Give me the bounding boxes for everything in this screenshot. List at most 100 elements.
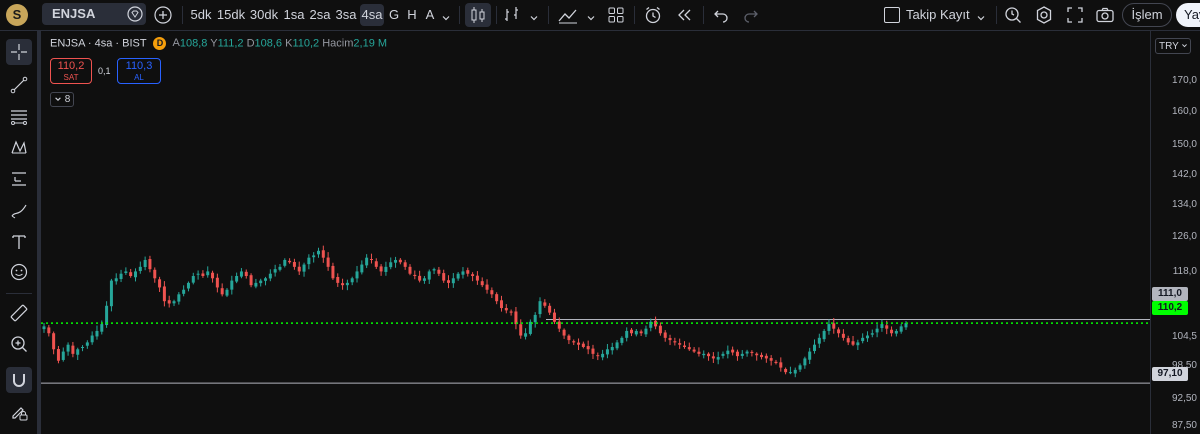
follow-label[interactable]: Takip Kayıt: [906, 4, 970, 26]
text-tool-icon[interactable]: [6, 229, 32, 255]
legend-title[interactable]: ENJSA · 4sa · BIST: [50, 37, 146, 49]
interval-2sa[interactable]: 2sa: [308, 4, 332, 26]
buy-button[interactable]: 110,3 AL: [117, 58, 161, 84]
lock-pencil-icon[interactable]: [6, 399, 32, 425]
candle: [153, 267, 157, 283]
chevron-down-icon[interactable]: [529, 10, 539, 28]
candle-body: [129, 272, 133, 277]
trend-line-icon[interactable]: [6, 72, 32, 98]
candle-body: [418, 275, 422, 281]
candle: [119, 269, 123, 283]
candle: [66, 342, 70, 356]
indicators-icon[interactable]: [556, 5, 580, 30]
candle-body: [220, 288, 224, 295]
candle-body: [716, 357, 720, 360]
indicators-toggle[interactable]: 8: [50, 92, 74, 107]
undo-icon[interactable]: [712, 6, 730, 29]
chevron-down-icon[interactable]: [586, 10, 596, 28]
symbol-search[interactable]: ENJSA: [42, 3, 146, 25]
emoji-icon[interactable]: [6, 259, 32, 285]
candle: [687, 342, 691, 351]
camera-icon[interactable]: [1095, 6, 1115, 29]
candle-body: [268, 273, 272, 279]
candle-body: [394, 259, 398, 263]
layout-grid-icon[interactable]: [607, 6, 625, 29]
candlestick-chart[interactable]: [41, 31, 1150, 434]
candle-body: [191, 276, 195, 283]
magnet-icon[interactable]: [6, 367, 32, 393]
interval-1sa[interactable]: 1sa: [282, 4, 306, 26]
redo-icon[interactable]: [742, 6, 760, 29]
interval-15dk[interactable]: 15dk: [216, 4, 246, 26]
candle-body: [870, 333, 874, 335]
interval-weekly[interactable]: H: [405, 4, 419, 26]
candle: [442, 269, 446, 283]
crosshair-icon[interactable]: [6, 39, 32, 65]
chevron-down-icon[interactable]: [976, 10, 986, 28]
candle: [167, 295, 171, 308]
candle-body: [591, 348, 595, 354]
price-tick: 104,5: [1171, 331, 1197, 342]
candle-body: [817, 337, 821, 344]
candle-body: [81, 346, 85, 348]
candle-body: [273, 269, 277, 273]
zoom-in-icon[interactable]: [6, 331, 32, 357]
candle-body: [461, 271, 465, 275]
bar-chart-icon[interactable]: [502, 5, 524, 30]
candle: [798, 363, 802, 373]
candle-body: [471, 274, 475, 277]
candle: [76, 347, 80, 360]
candle-body: [283, 259, 287, 266]
replay-icon[interactable]: [675, 6, 693, 29]
candle-body: [702, 353, 706, 356]
candle-body: [239, 271, 243, 277]
ruler-icon[interactable]: [6, 300, 32, 326]
brush-icon[interactable]: [6, 198, 32, 224]
candle: [186, 281, 190, 292]
candle: [211, 270, 215, 283]
interval-30dk[interactable]: 30dk: [249, 4, 279, 26]
chart-pane[interactable]: [41, 31, 1150, 434]
trade-button[interactable]: İşlem: [1122, 3, 1172, 27]
candle: [85, 340, 89, 349]
interval-4sa[interactable]: 4sa: [360, 4, 384, 26]
candle: [740, 350, 744, 359]
candle: [177, 292, 181, 305]
candle: [355, 265, 359, 283]
candle-body: [119, 273, 123, 280]
candle-body: [398, 259, 402, 263]
candle: [813, 339, 817, 354]
publish-button[interactable]: Yay: [1176, 3, 1200, 27]
projection-icon[interactable]: [6, 166, 32, 192]
candle: [731, 346, 735, 356]
interval-daily[interactable]: G: [387, 4, 401, 26]
candle: [721, 351, 725, 359]
candle-body: [341, 283, 345, 286]
quick-search-icon[interactable]: [1003, 5, 1023, 30]
candle-body: [76, 349, 80, 355]
interval-monthly[interactable]: A: [423, 4, 437, 26]
candle-body: [297, 266, 301, 272]
pattern-icon[interactable]: [6, 135, 32, 161]
candle-body: [837, 329, 841, 334]
currency-selector[interactable]: TRY: [1155, 38, 1191, 54]
add-symbol-icon[interactable]: [154, 6, 172, 29]
interval-5dk[interactable]: 5dk: [188, 4, 214, 26]
interval-3sa[interactable]: 3sa: [334, 4, 358, 26]
fullscreen-icon[interactable]: [1066, 6, 1084, 29]
candles-icon[interactable]: [465, 3, 491, 27]
follow-checkbox[interactable]: [884, 7, 900, 23]
fib-lines-icon[interactable]: [6, 103, 32, 129]
avatar[interactable]: S: [6, 4, 28, 26]
sell-button[interactable]: 110,2 SAT: [50, 58, 92, 84]
alert-clock-icon[interactable]: [643, 5, 663, 30]
settings-icon[interactable]: [1034, 5, 1054, 30]
candle: [278, 263, 282, 272]
candle: [663, 330, 667, 342]
candle-body: [557, 321, 561, 329]
candle: [904, 321, 908, 330]
buy-label: AL: [134, 73, 144, 82]
chevron-down-icon[interactable]: [441, 10, 451, 28]
candle-body: [798, 365, 802, 370]
candle-body: [447, 280, 451, 283]
